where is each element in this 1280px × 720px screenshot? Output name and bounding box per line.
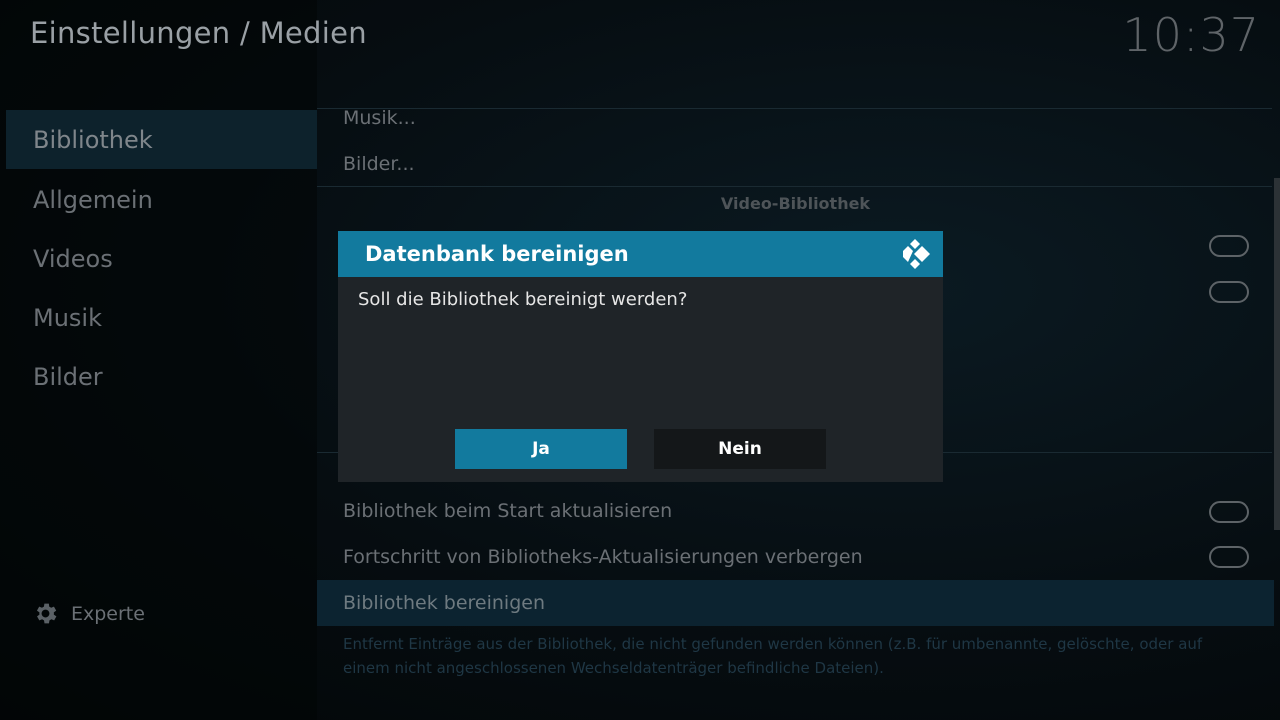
page-title: Einstellungen / Medien bbox=[30, 16, 367, 50]
scrollbar[interactable] bbox=[1274, 178, 1280, 530]
toggle-switch[interactable] bbox=[1209, 235, 1249, 257]
sidebar-item-allgemein[interactable]: Allgemein bbox=[6, 170, 317, 229]
divider bbox=[317, 186, 1272, 187]
no-button[interactable]: Nein bbox=[654, 429, 826, 469]
dialog-message: Soll die Bibliothek bereinigt werden? bbox=[358, 289, 688, 310]
setting-label: Bibliothek beim Start aktualisieren bbox=[343, 500, 673, 522]
experte-level-button[interactable]: Experte bbox=[32, 600, 145, 627]
setting-label: Fortschritt von Bibliotheks-Aktualisieru… bbox=[343, 546, 863, 568]
sidebar-item-videos[interactable]: Videos bbox=[6, 229, 317, 288]
dialog-header: Datenbank bereinigen bbox=[338, 231, 943, 277]
setting-label: Bibliothek bereinigen bbox=[343, 592, 546, 614]
sidebar-item-label: Videos bbox=[33, 244, 113, 273]
sidebar-item-bilder[interactable]: Bilder bbox=[6, 347, 317, 406]
no-button-label: Nein bbox=[718, 439, 762, 459]
section-title: Video-Bibliothek bbox=[720, 194, 871, 213]
sidebar-item-label: Allgemein bbox=[33, 185, 153, 214]
setting-row-bilder[interactable]: Bilder... bbox=[317, 141, 1274, 187]
sidebar: Bibliothek Allgemein Videos Musik Bilder… bbox=[0, 0, 317, 720]
setting-label: Musik... bbox=[343, 107, 416, 129]
dialog-title: Datenbank bereinigen bbox=[365, 242, 629, 266]
setting-row-hide-progress[interactable]: Fortschritt von Bibliotheks-Aktualisieru… bbox=[317, 534, 1274, 580]
sidebar-item-label: Bibliothek bbox=[33, 125, 153, 154]
setting-label: Bilder... bbox=[343, 153, 415, 175]
yes-button[interactable]: Ja bbox=[455, 429, 627, 469]
toggle-switch[interactable] bbox=[1209, 546, 1249, 568]
setting-description: Entfernt Einträge aus der Bibliothek, di… bbox=[343, 635, 1203, 677]
yes-button-label: Ja bbox=[532, 439, 550, 459]
gear-icon bbox=[36, 603, 57, 624]
sidebar-item-label: Musik bbox=[33, 303, 102, 332]
setting-row-clean-library[interactable]: Bibliothek bereinigen bbox=[317, 580, 1274, 626]
setting-row-update-on-start[interactable]: Bibliothek beim Start aktualisieren bbox=[317, 488, 1274, 534]
sidebar-item-label: Bilder bbox=[33, 362, 103, 391]
toggle-switch[interactable] bbox=[1209, 501, 1249, 523]
clock: 10:37 bbox=[1122, 8, 1260, 62]
toggle-switch[interactable] bbox=[1209, 281, 1249, 303]
sidebar-item-musik[interactable]: Musik bbox=[6, 288, 317, 347]
kodi-logo-icon bbox=[903, 239, 930, 269]
sidebar-item-bibliothek[interactable]: Bibliothek bbox=[6, 110, 317, 169]
setting-row-musik[interactable]: Musik... bbox=[317, 95, 1274, 141]
experte-label: Experte bbox=[71, 602, 145, 625]
confirm-dialog: Datenbank bereinigen Soll die Bibliothek… bbox=[338, 231, 943, 482]
